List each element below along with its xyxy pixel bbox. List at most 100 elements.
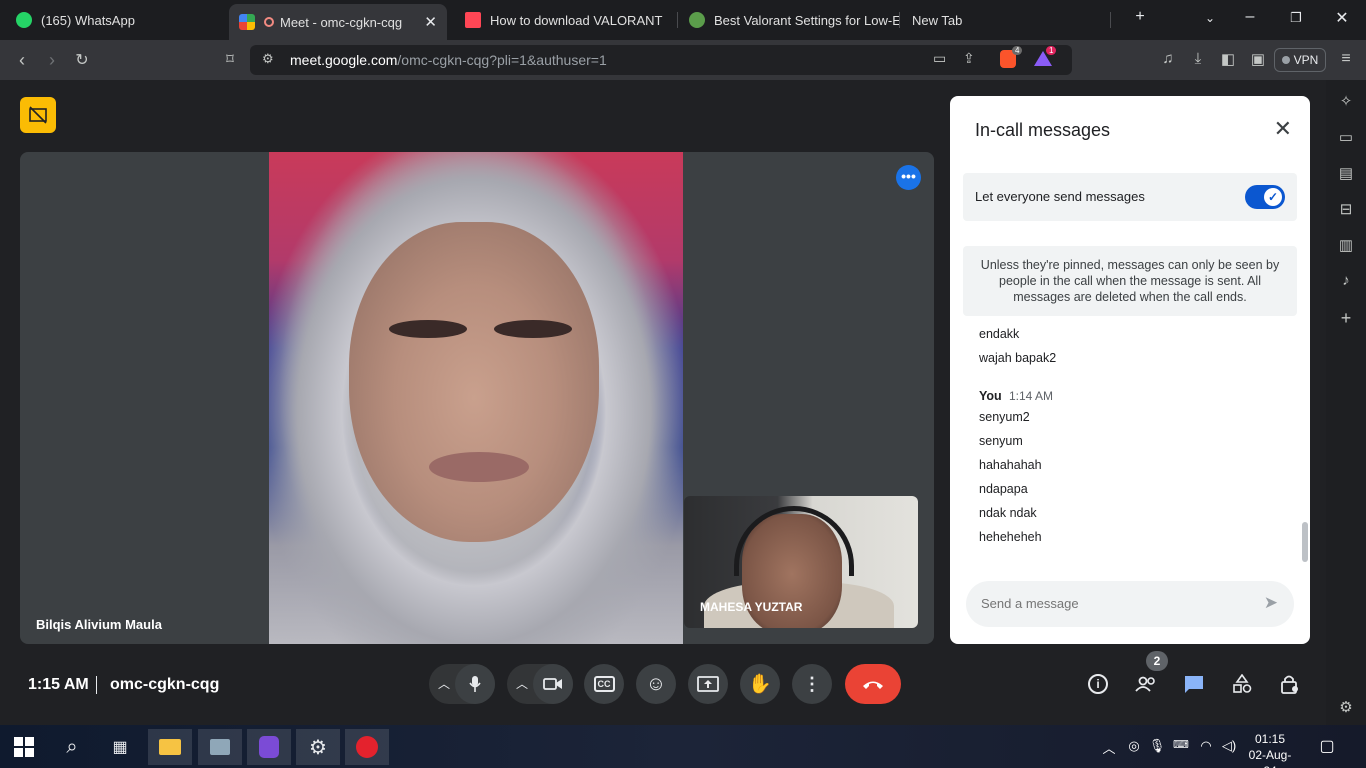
- chat-button[interactable]: [1180, 670, 1208, 698]
- search-button[interactable]: ⌕: [50, 729, 94, 765]
- menu-icon[interactable]: ≡: [1336, 50, 1356, 68]
- browser-toolbar: ‹ › ↻ ⌑ ⚙ meet.google.com/omc-cgkn-cqg?p…: [0, 40, 1366, 80]
- allow-messages-toggle[interactable]: ✓: [1245, 185, 1285, 209]
- bookmark-icon[interactable]: ⌑: [220, 50, 240, 68]
- wallet-sidebar-icon[interactable]: ▤: [1336, 164, 1356, 184]
- notifications-icon[interactable]: ▢: [1318, 736, 1336, 756]
- meeting-info-badge[interactable]: [20, 97, 56, 133]
- shields-badge: 4: [1012, 46, 1023, 55]
- activities-button[interactable]: [1228, 670, 1256, 698]
- more-options-button[interactable]: •••: [896, 165, 921, 190]
- tab-whatsapp[interactable]: (165) WhatsApp: [6, 4, 226, 36]
- tab-divider: [677, 12, 678, 28]
- start-button[interactable]: [2, 729, 46, 765]
- restore-icon[interactable]: ❐: [1284, 10, 1308, 26]
- keyboard-ime-icon[interactable]: ⌨: [1172, 738, 1190, 751]
- chat-icon: [1185, 676, 1203, 693]
- camera-in-use-icon[interactable]: ▭: [933, 50, 946, 67]
- tab-valorant-download[interactable]: How to download VALORANT: [455, 4, 675, 36]
- sidebar-toggle-icon[interactable]: ◧: [1218, 50, 1238, 68]
- close-tab-icon[interactable]: ✕: [424, 13, 437, 31]
- bookmarks-icon[interactable]: ⊟: [1336, 200, 1356, 220]
- close-chat-icon[interactable]: ✕: [1274, 116, 1292, 142]
- microphone-button[interactable]: [455, 664, 495, 704]
- media-icon[interactable]: ♫: [1158, 50, 1178, 67]
- lock-person-icon: [1281, 675, 1298, 694]
- close-window-icon[interactable]: ✕: [1330, 8, 1354, 28]
- audio-options-chevron-icon[interactable]: ︿: [437, 675, 451, 692]
- mic-control: ︿: [429, 664, 495, 704]
- reading-list-icon[interactable]: ▥: [1336, 236, 1356, 256]
- host-controls-button[interactable]: [1276, 670, 1304, 698]
- riot-icon: [356, 736, 378, 758]
- self-view-tile[interactable]: MAHESA YUZTAR: [684, 496, 918, 628]
- captions-button[interactable]: CC: [584, 664, 624, 704]
- show-hidden-icons-chevron-icon[interactable]: ︿: [1100, 738, 1118, 757]
- more-vert-icon: ⋮: [803, 673, 821, 694]
- riot-client-button[interactable]: [345, 729, 389, 765]
- minimize-icon[interactable]: –: [1238, 8, 1262, 26]
- present-button[interactable]: [688, 664, 728, 704]
- volume-icon[interactable]: ◁): [1220, 738, 1238, 754]
- clock-date: 02-Aug-24: [1248, 748, 1292, 768]
- video-options-chevron-icon[interactable]: ︿: [515, 675, 529, 692]
- camera-button[interactable]: [533, 664, 573, 704]
- brave-taskbar-button[interactable]: [247, 729, 291, 765]
- address-bar[interactable]: ⚙ meet.google.com/omc-cgkn-cqg?pli=1&aut…: [250, 45, 1072, 75]
- participant-video-main[interactable]: [269, 152, 683, 644]
- more-actions-button[interactable]: ⋮: [792, 664, 832, 704]
- raise-hand-button[interactable]: ✋: [740, 664, 780, 704]
- sidebar-settings-icon[interactable]: ⚙: [1336, 698, 1356, 718]
- settings-taskbar-button[interactable]: ⚙: [296, 729, 340, 765]
- tab-valorant-settings[interactable]: Best Valorant Settings for Low-En: [679, 4, 899, 36]
- meet-icon: [239, 14, 255, 30]
- meeting-details-button[interactable]: i: [1084, 670, 1112, 698]
- leave-call-button[interactable]: [845, 664, 901, 704]
- forward-icon[interactable]: ›: [42, 50, 62, 71]
- rewards-badge: 1: [1046, 46, 1057, 55]
- app-button[interactable]: [198, 729, 242, 765]
- search-icon: ⌕: [66, 735, 78, 758]
- separator: [96, 676, 97, 694]
- file-explorer-button[interactable]: [148, 729, 192, 765]
- message-input[interactable]: [981, 596, 1241, 611]
- reactions-button[interactable]: ☺: [636, 664, 676, 704]
- microphone-tray-icon[interactable]: 🎙: [1148, 738, 1166, 754]
- wallet-icon[interactable]: ▣: [1248, 50, 1268, 68]
- add-sidebar-icon[interactable]: +: [1336, 308, 1356, 328]
- share-icon[interactable]: ⇪: [963, 50, 975, 67]
- back-icon[interactable]: ‹: [12, 50, 32, 71]
- new-tab-icon[interactable]: +: [1128, 8, 1152, 26]
- chat-scrollbar[interactable]: [1302, 522, 1308, 562]
- present-screen-icon: [697, 676, 719, 692]
- tab-new-tab[interactable]: New Tab: [902, 4, 1102, 36]
- brave-icon: [259, 736, 279, 758]
- vpn-button[interactable]: VPN: [1274, 48, 1326, 72]
- leo-ai-icon[interactable]: ✧: [1336, 92, 1356, 112]
- camera-control: ︿: [507, 664, 573, 704]
- camera-tray-icon[interactable]: ◎: [1125, 738, 1143, 754]
- tab-meet[interactable]: Meet - omc-cgkn-cqg ✕: [229, 4, 447, 40]
- allow-messages-label: Let everyone send messages: [975, 189, 1145, 204]
- people-count-badge: 2: [1146, 651, 1168, 671]
- send-icon[interactable]: ➤: [1264, 593, 1278, 613]
- presentation-off-icon: [29, 106, 47, 124]
- talk-icon[interactable]: ▭: [1336, 128, 1356, 148]
- allow-messages-row: Let everyone send messages ✓: [963, 173, 1297, 221]
- wifi-icon[interactable]: ◠: [1197, 738, 1215, 754]
- task-view-button[interactable]: ▦: [98, 729, 142, 765]
- task-view-icon: ▦: [112, 739, 128, 756]
- valorant-icon: [465, 12, 481, 28]
- clock[interactable]: 01:15 02-Aug-24: [1244, 731, 1296, 768]
- site-settings-icon[interactable]: ⚙: [262, 51, 274, 67]
- check-icon: ✓: [1264, 188, 1282, 206]
- music-icon[interactable]: ♪: [1336, 272, 1356, 292]
- people-button[interactable]: [1132, 670, 1160, 698]
- download-icon[interactable]: ⤓: [1188, 50, 1208, 67]
- browser-tabbar: (165) WhatsApp Meet - omc-cgkn-cqg ✕ How…: [0, 0, 1366, 40]
- chat-message: senyum2: [979, 410, 1030, 424]
- meet-app: ••• Bilqis Alivium Maula MAHESA YUZTAR I…: [0, 80, 1326, 725]
- tab-search-chevron-icon[interactable]: ⌄: [1198, 11, 1222, 25]
- meeting-time: 1:15 AM: [28, 676, 89, 693]
- reload-icon[interactable]: ↻: [72, 50, 92, 70]
